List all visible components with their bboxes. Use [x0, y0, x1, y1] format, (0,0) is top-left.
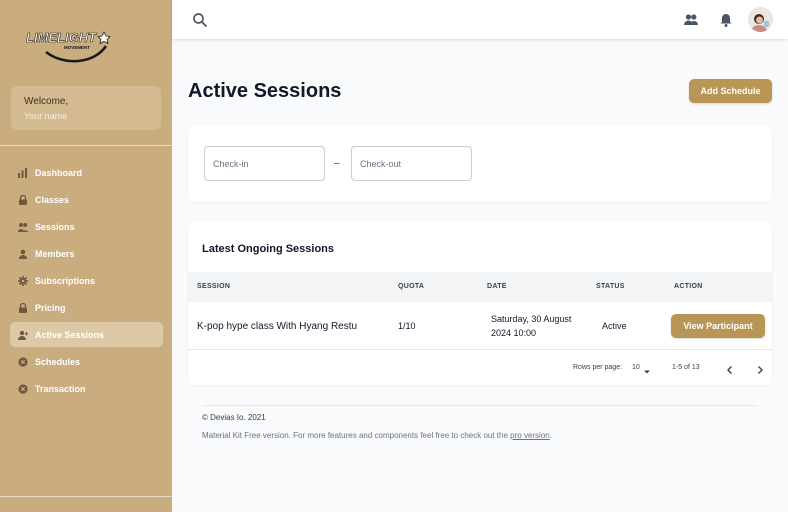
column-header-session[interactable]: SESSION	[197, 283, 230, 290]
sidebar-item-label: Transaction	[35, 383, 86, 394]
column-header-date[interactable]: DATE	[487, 283, 507, 290]
check-in-field[interactable]: Check-in	[204, 146, 325, 181]
sidebar-item-label: Members	[35, 248, 75, 259]
status-badge: Active	[602, 321, 627, 331]
user-add-icon	[18, 330, 28, 340]
column-header-status[interactable]: STATUS	[596, 283, 625, 290]
avatar[interactable]	[748, 7, 773, 32]
session-date-line1: Saturday, 30 August	[491, 314, 572, 324]
sidebar: LIMELIGHT MOVEMENT Welcome, Your name Da…	[0, 0, 172, 512]
page-range: 1-5 of 13	[672, 364, 700, 371]
add-schedule-button[interactable]: Add Schedule	[689, 79, 772, 103]
pagination: Rows per page: 10 1-5 of 13	[188, 350, 772, 385]
welcome-name: Your name	[24, 111, 68, 121]
session-quota: 1/10	[398, 321, 416, 331]
bell-icon[interactable]	[718, 12, 734, 28]
sidebar-item-sessions[interactable]: Sessions	[10, 214, 163, 239]
copyright: © Devias Io. 2021	[202, 413, 266, 422]
sidebar-item-label: Pricing	[35, 302, 66, 313]
session-name: K-pop hype class With Hyang Restu	[197, 321, 358, 332]
date-separator: –	[334, 158, 340, 169]
rows-per-page-select[interactable]: 10	[632, 364, 640, 371]
sidebar-item-label: Subscriptions	[35, 275, 96, 286]
sidebar-item-classes[interactable]: Classes	[10, 187, 163, 212]
sidebar-item-transaction[interactable]: Transaction	[10, 376, 163, 401]
sidebar-item-label: Active Sessions	[35, 329, 105, 340]
users-icon[interactable]	[683, 12, 699, 28]
check-out-field[interactable]: Check-out	[351, 146, 472, 181]
chevron-left-icon[interactable]	[725, 362, 735, 380]
chevron-down-icon[interactable]	[643, 363, 651, 381]
search-icon[interactable]	[192, 12, 208, 28]
sidebar-divider	[0, 145, 172, 146]
column-header-quota[interactable]: QUOTA	[398, 283, 424, 290]
pro-version-link[interactable]: pro version	[510, 431, 550, 440]
sidebar-item-label: Sessions	[35, 221, 75, 232]
table-row[interactable]: K-pop hype class With Hyang Restu 1/10 S…	[188, 302, 772, 350]
brand-logo[interactable]: LIMELIGHT MOVEMENT	[24, 22, 114, 68]
sidebar-item-schedules[interactable]: Schedules	[10, 349, 163, 374]
sidebar-item-subscriptions[interactable]: Subscriptions	[10, 268, 163, 293]
footer-suffix: .	[549, 431, 552, 440]
sidebar-item-dashboard[interactable]: Dashboard	[10, 160, 163, 185]
sidebar-item-label: Dashboard	[35, 167, 83, 178]
user-icon	[18, 249, 28, 259]
footer-description: Material Kit Free version. For more feat…	[202, 431, 511, 440]
date-filter-card: Check-in – Check-out	[188, 126, 772, 202]
sidebar-nav: Dashboard Classes Sessions Members Subsc…	[10, 160, 163, 403]
top-bar	[172, 0, 788, 39]
rows-per-page-label: Rows per page:	[573, 364, 623, 371]
footer-text: Material Kit Free version. For more feat…	[202, 431, 552, 440]
chevron-right-icon[interactable]	[755, 362, 765, 380]
session-date-line2: 2024 10:00	[491, 328, 537, 338]
svg-text:MOVEMENT: MOVEMENT	[64, 45, 90, 50]
users-icon	[18, 222, 28, 232]
column-header-action[interactable]: ACTION	[674, 283, 703, 290]
view-participant-button[interactable]: View Participant	[671, 314, 765, 338]
sidebar-item-active-sessions[interactable]: Active Sessions	[10, 322, 163, 347]
lock-icon	[18, 194, 28, 205]
footer-divider	[202, 405, 758, 406]
gear-icon	[18, 275, 28, 286]
sidebar-item-label: Classes	[35, 194, 70, 205]
table-header: SESSION QUOTA DATE STATUS ACTION	[188, 272, 772, 302]
bar-chart-icon	[18, 167, 28, 178]
welcome-title: Welcome,	[24, 96, 69, 107]
sidebar-item-pricing[interactable]: Pricing	[10, 295, 163, 320]
sidebar-item-members[interactable]: Members	[10, 241, 163, 266]
sessions-card: Latest Ongoing Sessions SESSION QUOTA DA…	[188, 222, 772, 385]
page-title: Active Sessions	[188, 80, 342, 102]
cancel-circle-icon	[18, 356, 28, 367]
sidebar-divider	[0, 496, 172, 497]
svg-text:LIMELIGHT: LIMELIGHT	[26, 30, 97, 45]
welcome-card[interactable]: Welcome, Your name	[11, 86, 161, 130]
card-title: Latest Ongoing Sessions	[202, 243, 335, 255]
cancel-circle-icon	[18, 383, 28, 394]
sidebar-item-label: Schedules	[35, 356, 81, 367]
lock-icon	[18, 302, 28, 313]
